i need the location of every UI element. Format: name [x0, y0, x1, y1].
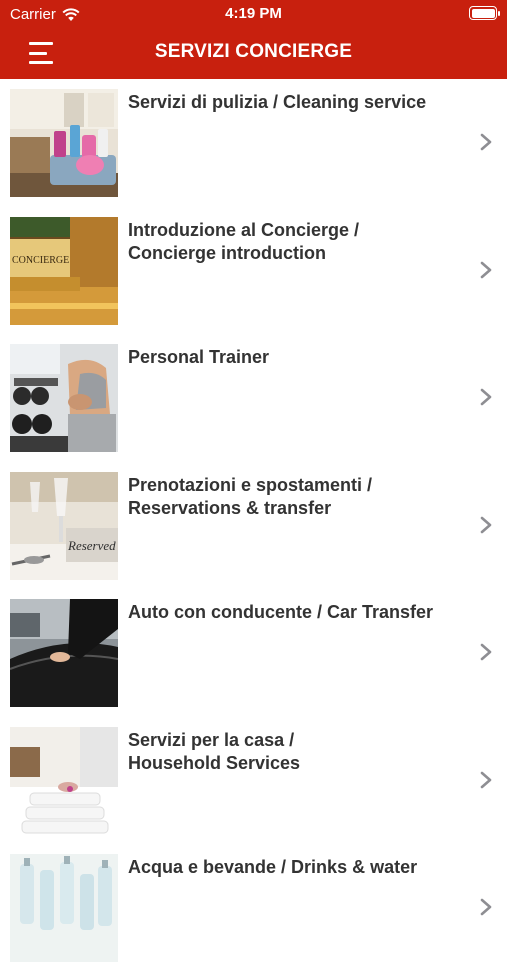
towels-maid-image — [10, 726, 118, 835]
chevron-right-icon — [480, 388, 492, 406]
list-item[interactable]: Reserved Prenotazioni e spostamenti / Re… — [0, 462, 507, 590]
list-item[interactable]: Acqua e bevande / Drinks & water — [0, 844, 507, 972]
item-label: Acqua e bevande / Drinks & water — [128, 857, 418, 877]
cleaning-supplies-image — [10, 89, 118, 197]
concierge-sign-text: CONCIERGE — [12, 255, 69, 266]
item-label: Personal Trainer — [128, 347, 270, 367]
chevron-right-icon — [480, 898, 492, 916]
status-time: 4:19 PM — [225, 5, 282, 22]
list-item[interactable]: Servizi di pulizia / Cleaning service — [0, 79, 507, 207]
chevron-right-icon — [480, 261, 492, 278]
chevron-right-icon — [480, 516, 492, 533]
header-bar: Carrier 4:19 PM SERVIZI CONCIERGE — [0, 0, 507, 79]
water-bottles-image — [10, 854, 118, 962]
item-label: Prenotazioni e spostamenti / Reservation… — [128, 474, 373, 518]
list-item[interactable]: Servizi per la casa / Household Services — [0, 717, 507, 845]
page-title: SERVIZI CONCIERGE — [154, 41, 353, 62]
gym-trainer-image — [10, 344, 118, 452]
chevron-right-icon — [480, 771, 492, 788]
item-label: Servizi di pulizia / Cleaning service — [128, 92, 427, 112]
services-list: Servizi di pulizia / Cleaning service CO… — [0, 79, 507, 972]
chevron-right-icon — [480, 133, 492, 151]
car-chauffeur-image — [10, 599, 118, 707]
list-item[interactable]: CONCIERGE Introduzione al Concierge / Co… — [0, 207, 507, 335]
list-item[interactable]: Personal Trainer — [0, 334, 507, 462]
item-label: Servizi per la casa / Household Services — [128, 729, 301, 773]
reserved-sign-text: Reserved — [67, 538, 116, 553]
item-label: Auto con conducente / Car Transfer — [128, 602, 434, 622]
status-bar: Carrier 4:19 PM — [0, 0, 507, 28]
list-item[interactable]: Auto con conducente / Car Transfer — [0, 589, 507, 717]
concierge-desk-image: CONCIERGE — [10, 216, 118, 325]
item-label: Introduzione al Concierge / Concierge in… — [128, 219, 360, 263]
chevron-right-icon — [480, 643, 492, 661]
reserved-table-image: Reserved — [10, 471, 118, 580]
nav-bar: SERVIZI CONCIERGE — [0, 28, 507, 79]
battery-icon — [469, 6, 500, 20]
